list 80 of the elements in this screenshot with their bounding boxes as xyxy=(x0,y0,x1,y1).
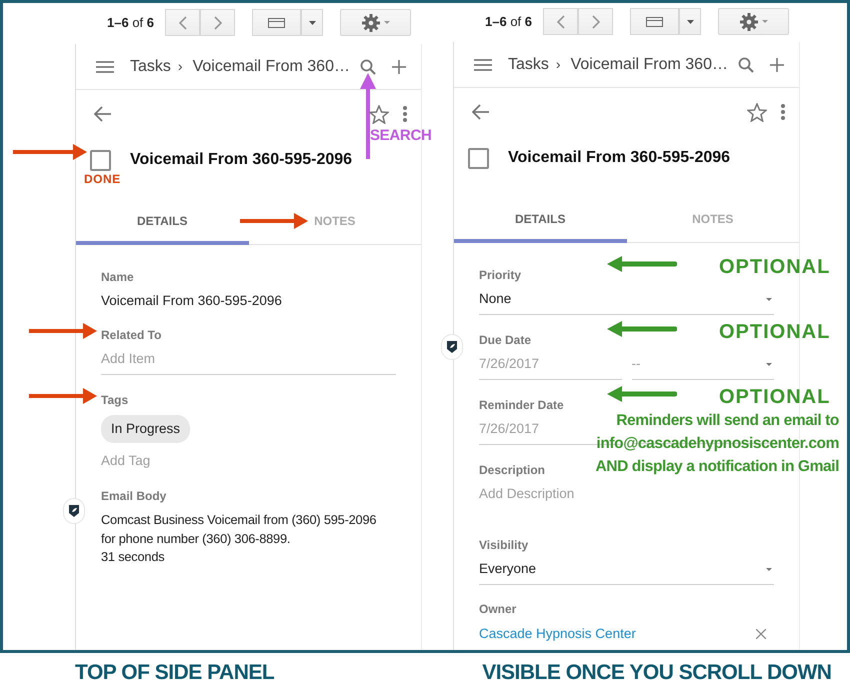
breadcrumb-link[interactable]: Tasks xyxy=(508,52,549,76)
tab[interactable]: DETAILS xyxy=(454,198,626,243)
time-field[interactable]: -- xyxy=(632,355,774,380)
field-label: Visibility xyxy=(479,537,528,553)
more-options-icon[interactable] xyxy=(781,104,785,120)
remove-icon[interactable] xyxy=(756,629,766,640)
breadcrumb-separator: › xyxy=(178,57,183,76)
field-label: Owner xyxy=(479,601,516,617)
tab[interactable]: NOTES xyxy=(248,200,421,245)
add-icon[interactable] xyxy=(770,58,784,72)
breadcrumb-title: Voicemail From 360… xyxy=(570,54,728,74)
layout-icon xyxy=(646,16,664,26)
breadcrumb-title: Voicemail From 360… xyxy=(192,56,350,76)
floating-badge-icon[interactable] xyxy=(441,334,463,360)
settings-icon xyxy=(362,14,380,32)
dropdown-caret-icon xyxy=(766,298,772,300)
tab[interactable]: DETAILS xyxy=(76,200,248,245)
settings-button[interactable] xyxy=(718,8,790,35)
breadcrumb-separator: › xyxy=(556,55,561,74)
caret-icon xyxy=(686,20,694,24)
page-range: 1–6 of 6 xyxy=(107,14,154,32)
settings-icon xyxy=(740,12,758,30)
add-icon[interactable] xyxy=(392,60,406,74)
field-label: Description xyxy=(479,462,546,478)
field-label: Due Date xyxy=(479,332,532,348)
tag-chip[interactable]: In Progress xyxy=(101,415,190,444)
caret-icon xyxy=(308,20,316,24)
star-icon[interactable] xyxy=(747,102,767,122)
task-title: Voicemail From 360-595-2096 xyxy=(130,150,352,170)
field-value: Voicemail From 360-595-2096 xyxy=(101,292,283,310)
field-label: Name xyxy=(101,269,134,285)
dropdown-caret-icon xyxy=(766,362,772,366)
star-icon[interactable] xyxy=(369,104,389,124)
input-field[interactable]: Add Description xyxy=(479,485,774,503)
field-value: Comcast Business Voicemail from (360) 595-2096 for phone number (360) 306-8899. 31 seconds xyxy=(101,511,378,566)
owner-link[interactable]: Cascade Hypnosis Center xyxy=(479,624,636,644)
done-checkbox[interactable] xyxy=(468,148,489,168)
chevron-right-icon xyxy=(592,14,600,28)
menu-icon[interactable] xyxy=(474,58,492,70)
floating-badge-icon[interactable] xyxy=(63,498,85,524)
input-field[interactable]: Add Tag xyxy=(101,452,396,470)
search-icon[interactable] xyxy=(738,56,754,72)
dropdown-field[interactable]: Everyone xyxy=(479,560,774,585)
menu-icon[interactable] xyxy=(96,60,114,72)
caret-icon xyxy=(762,20,768,23)
annotation-label: DONE xyxy=(84,171,121,188)
dropdown-caret-icon xyxy=(766,568,772,570)
chevron-left-icon xyxy=(556,14,565,28)
page-range: 1–6 of 6 xyxy=(485,12,532,31)
caption: VISIBLE ONCE YOU SCROLL DOWN xyxy=(482,660,832,686)
chevron-left-icon xyxy=(178,16,187,30)
search-icon[interactable] xyxy=(360,58,376,74)
input-field[interactable]: Add Item xyxy=(101,350,396,375)
settings-button[interactable] xyxy=(340,9,412,36)
annotation-label: OPTIONAL xyxy=(719,255,830,280)
annotation-label: OPTIONAL xyxy=(719,320,830,345)
tab[interactable]: NOTES xyxy=(626,198,799,243)
more-options-icon[interactable] xyxy=(403,106,407,122)
dropdown-button[interactable] xyxy=(679,8,702,35)
breadcrumb-link[interactable]: Tasks xyxy=(130,54,171,78)
back-arrow-icon[interactable] xyxy=(472,104,490,120)
annotation-label: SEARCH xyxy=(370,126,432,146)
task-title: Voicemail From 360-595-2096 xyxy=(508,148,730,168)
chevron-right-icon xyxy=(214,16,222,30)
layout-icon xyxy=(268,18,286,28)
display-density-button[interactable] xyxy=(252,9,302,36)
done-checkbox[interactable] xyxy=(90,150,111,170)
back-arrow-icon[interactable] xyxy=(94,106,112,122)
dropdown-field[interactable]: None xyxy=(479,290,774,315)
date-field[interactable]: 7/26/2017 xyxy=(479,355,622,380)
field-label: Email Body xyxy=(101,488,166,504)
field-label: Reminder Date xyxy=(479,397,564,413)
field-label: Tags xyxy=(101,392,128,408)
caret-icon xyxy=(384,21,390,24)
dropdown-button[interactable] xyxy=(301,9,324,36)
display-density-button[interactable] xyxy=(630,8,680,35)
field-label: Priority xyxy=(479,267,522,283)
caption: TOP OF SIDE PANEL xyxy=(75,660,274,686)
annotation-label: OPTIONAL xyxy=(719,385,830,410)
field-label: Related To xyxy=(101,327,162,343)
